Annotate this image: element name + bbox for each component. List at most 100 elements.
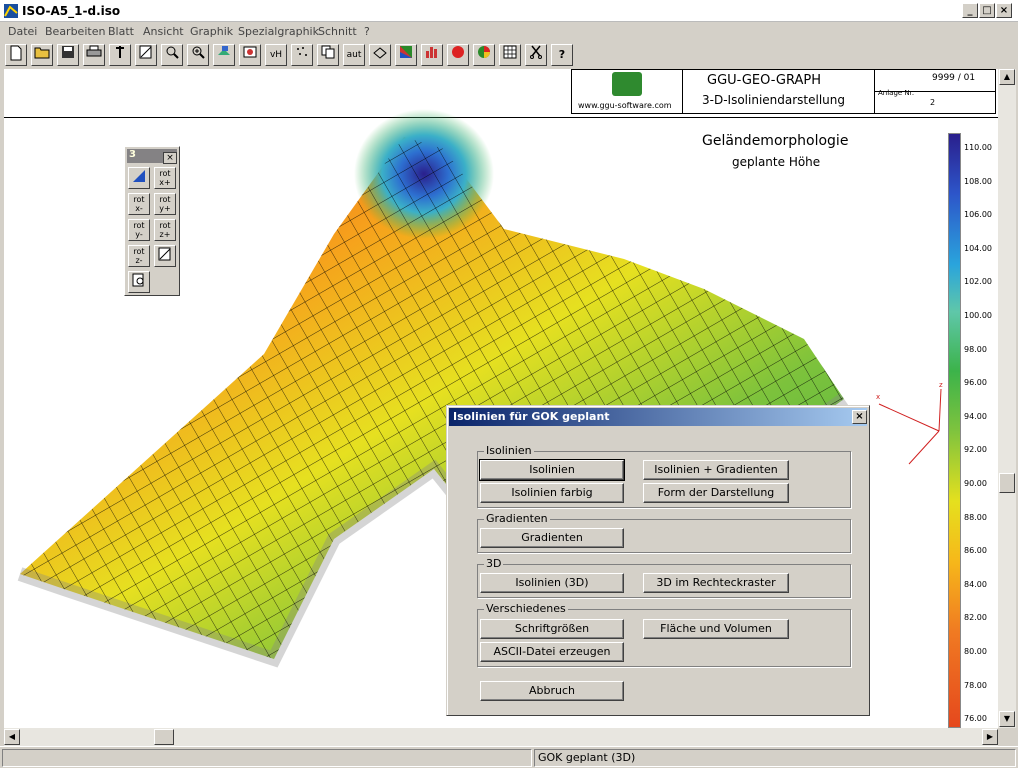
horizontal-scrollbar[interactable]: ◀ ▶ [4, 728, 998, 746]
save-icon[interactable] [57, 44, 79, 66]
legend-label: 82.00 [964, 613, 987, 623]
vertical-scrollbar[interactable]: ▲ ▼ [998, 69, 1016, 728]
legend-label: 90.00 [964, 479, 987, 488]
legend-label: 102.00 [964, 277, 992, 287]
group-isolinien-label: Isolinien [484, 444, 534, 457]
zoom-in-icon[interactable] [187, 44, 209, 66]
vertical-scroll-thumb[interactable] [999, 473, 1015, 493]
open-folder-icon[interactable] [31, 44, 53, 66]
rotation-panel: 3 × rot x+ rot x- rot y+ rot y- rot z+ r… [124, 146, 180, 296]
copy-icon[interactable] [317, 44, 339, 66]
flaeche-volumen-button[interactable]: Fläche und Volumen [643, 619, 789, 639]
scroll-left-icon[interactable]: ◀ [4, 729, 20, 745]
print-icon[interactable] [83, 44, 105, 66]
legend-label: 94.00 [964, 411, 987, 421]
status-bar: GOK geplant (3D) [0, 746, 1018, 768]
rotation-panel-close-icon[interactable]: × [163, 152, 177, 164]
title-bar: ISO-A5_1-d.iso _ □ × [0, 0, 1018, 22]
scroll-down-icon[interactable]: ▼ [999, 711, 1015, 727]
legend-label: 106.00 [964, 210, 992, 220]
status-text: GOK geplant (3D) [538, 751, 636, 764]
legend-label: 110.00 [964, 143, 992, 152]
app-icon [4, 4, 18, 18]
dialog-titlebar[interactable]: Isolinien für GOK geplant × [449, 408, 867, 426]
menu-schnitt[interactable]: Schnitt [318, 25, 357, 38]
rot-z-plus-button[interactable]: rot z+ [154, 219, 176, 241]
zoom-page-icon[interactable] [154, 245, 176, 267]
rot-z-minus-button[interactable]: rot z- [128, 245, 150, 267]
zoom-icon[interactable] [128, 271, 150, 293]
schriftgroessen-button[interactable]: Schriftgrößen [480, 619, 624, 639]
plot-subtitle: geplante Höhe [732, 155, 821, 169]
color-fill-icon[interactable] [395, 44, 417, 66]
tools-icon[interactable] [109, 44, 131, 66]
isolinien-farbig-button[interactable]: Isolinien farbig [480, 483, 624, 503]
dialog-title: Isolinien für GOK geplant [453, 410, 610, 423]
legend-label: 108.00 [964, 176, 992, 186]
scroll-up-icon[interactable]: ▲ [999, 69, 1015, 85]
menu-spezialgraphik[interactable]: Spezialgraphik [238, 25, 319, 38]
isolinien-button[interactable]: Isolinien [479, 459, 625, 481]
grid-3d-icon[interactable] [369, 44, 391, 66]
pie-chart-icon[interactable] [473, 44, 495, 66]
drawing-icon[interactable] [239, 44, 261, 66]
horizontal-scroll-thumb[interactable] [154, 729, 174, 745]
form-darstellung-button[interactable]: Form der Darstellung [643, 483, 789, 503]
rot-x-minus-button[interactable]: rot x- [128, 193, 150, 215]
menu-graphik[interactable]: Graphik [190, 25, 233, 38]
legend-label: 104.00 [964, 243, 992, 253]
menu-ansicht[interactable]: Ansicht [143, 25, 184, 38]
color-scale-bar [948, 133, 961, 728]
scissors-icon[interactable] [525, 44, 547, 66]
rot-y-minus-button[interactable]: rot y- [128, 219, 150, 241]
maximize-button[interactable]: □ [979, 3, 995, 18]
ascii-datei-button[interactable]: ASCII-Datei erzeugen [480, 642, 624, 662]
aut-button[interactable]: aut [343, 44, 365, 66]
isolinien-gradienten-button[interactable]: Isolinien + Gradienten [643, 460, 789, 480]
menu-bar: Datei Bearbeiten Blatt Ansicht Graphik S… [0, 22, 1018, 41]
legend-label: 78.00 [964, 680, 987, 690]
menu-blatt[interactable]: Blatt [108, 25, 134, 38]
rotation-panel-tab: 3 [129, 149, 136, 160]
scroll-right-icon[interactable]: ▶ [982, 729, 998, 745]
axis-z-label: z [939, 381, 943, 389]
menu-datei[interactable]: Datei [8, 25, 37, 38]
table-icon[interactable] [499, 44, 521, 66]
legend-label: 88.00 [964, 512, 987, 522]
axis-x-label: x [876, 393, 880, 401]
gradienten-button[interactable]: Gradienten [480, 528, 624, 548]
legend-label: 86.00 [964, 546, 987, 556]
group-verschiedenes-label: Verschiedenes [484, 602, 568, 615]
view-triangle-icon[interactable] [128, 167, 150, 189]
minimize-button[interactable]: _ [962, 3, 978, 18]
rot-y-plus-button[interactable]: rot y+ [154, 193, 176, 215]
legend-label: 92.00 [964, 445, 987, 455]
rotation-panel-titlebar[interactable]: 3 × [127, 149, 177, 164]
group-gradienten-label: Gradienten [484, 512, 550, 525]
dialog-close-icon[interactable]: × [852, 410, 867, 424]
abbruch-button[interactable]: Abbruch [480, 681, 624, 701]
new-file-icon[interactable] [5, 44, 27, 66]
legend-label: 80.00 [964, 647, 987, 656]
isolinien-3d-button[interactable]: Isolinien (3D) [480, 573, 624, 593]
circle-icon[interactable] [447, 44, 469, 66]
rechteckraster-button[interactable]: 3D im Rechteckraster [643, 573, 789, 593]
close-button[interactable]: × [996, 3, 1012, 18]
rot-x-plus-button[interactable]: rot x+ [154, 167, 176, 189]
legend-label: 96.00 [964, 378, 987, 388]
zoom-page-icon[interactable] [135, 44, 157, 66]
bar-chart-icon[interactable] [421, 44, 443, 66]
menu-help[interactable]: ? [364, 25, 370, 38]
zoom-out-icon[interactable] [161, 44, 183, 66]
menu-bearbeiten[interactable]: Bearbeiten [45, 25, 105, 38]
isolinien-dialog: Isolinien für GOK geplant × Isolinien Is… [446, 405, 870, 716]
help-button[interactable]: ? [551, 44, 573, 66]
layers-icon[interactable] [213, 44, 235, 66]
plot-title: Geländemorphologie [702, 133, 849, 149]
vh-button[interactable]: vH [265, 44, 287, 66]
points-icon[interactable] [291, 44, 313, 66]
legend-label: 100.00 [964, 311, 992, 320]
window-title: ISO-A5_1-d.iso [22, 4, 121, 18]
legend-label: 98.00 [964, 344, 987, 354]
toolbar: vH aut ? [0, 41, 1018, 69]
